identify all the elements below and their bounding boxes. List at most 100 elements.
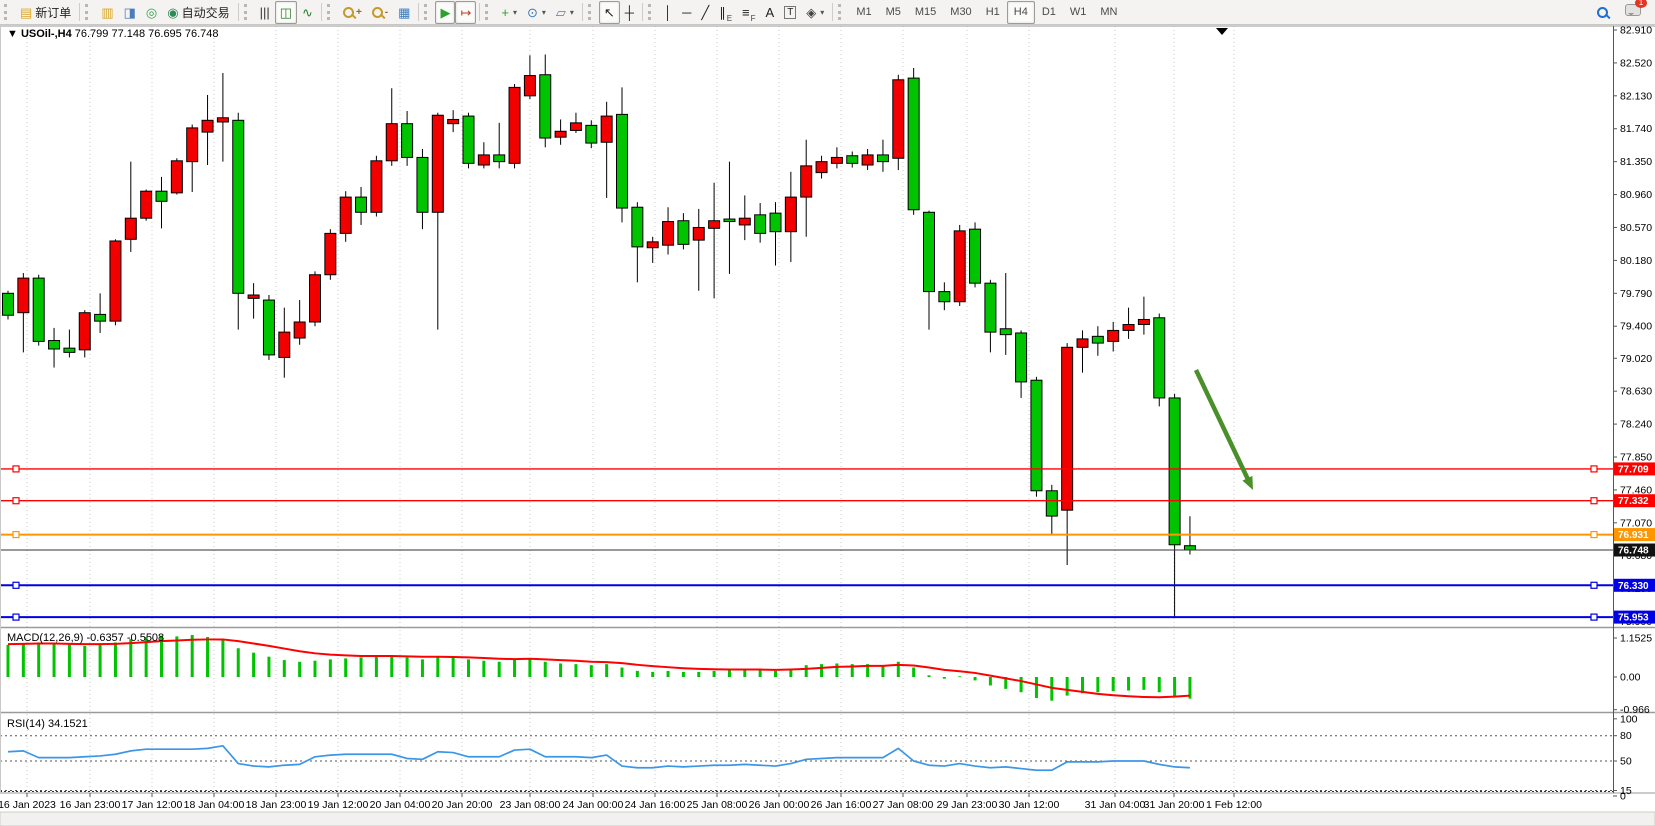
candle[interactable] [125, 218, 136, 239]
candle[interactable] [448, 119, 459, 123]
line-handle[interactable] [13, 532, 19, 538]
line-handle[interactable] [13, 498, 19, 504]
candle[interactable] [432, 115, 443, 212]
candle[interactable] [877, 155, 888, 162]
text-button[interactable]: A [761, 1, 780, 24]
candle[interactable] [632, 207, 643, 247]
candle[interactable] [33, 278, 44, 341]
line-handle[interactable] [1591, 532, 1597, 538]
candle[interactable] [601, 116, 612, 142]
search-button[interactable] [1592, 1, 1613, 24]
tf-m1-button[interactable]: M1 [849, 1, 878, 24]
candle[interactable] [110, 241, 121, 321]
horizontal-line-button[interactable]: ─ [677, 1, 696, 24]
candle[interactable] [663, 222, 674, 246]
candle[interactable] [463, 116, 474, 163]
candle[interactable] [724, 219, 735, 222]
tf-m15-button[interactable]: M15 [908, 1, 943, 24]
candle[interactable] [985, 283, 996, 332]
tf-m5-button[interactable]: M5 [879, 1, 908, 24]
candle[interactable] [187, 128, 198, 162]
candle[interactable] [478, 155, 489, 165]
candle[interactable] [954, 231, 965, 302]
candle[interactable] [709, 221, 720, 229]
candle[interactable] [371, 161, 382, 212]
candle[interactable] [233, 120, 244, 293]
candle[interactable] [356, 197, 367, 212]
candle[interactable] [617, 114, 628, 208]
new-order-button[interactable]: ▤新订单 [15, 1, 76, 24]
candle[interactable] [310, 275, 321, 322]
candlestick-chart-button[interactable]: ◫ [275, 1, 297, 24]
candle[interactable] [417, 157, 428, 212]
candle[interactable] [785, 197, 796, 232]
bar-chart-button[interactable]: ||| [255, 1, 275, 24]
vertical-line-button[interactable]: │ [659, 1, 677, 24]
candle[interactable] [570, 123, 581, 131]
market-watch-button[interactable]: ◨ [119, 1, 141, 24]
fibonacci-button[interactable]: ≡F [737, 1, 760, 24]
candle[interactable] [586, 125, 597, 143]
candle[interactable] [386, 124, 397, 161]
candle[interactable] [95, 314, 106, 321]
candle[interactable] [739, 218, 750, 225]
tf-m30-button[interactable]: M30 [943, 1, 978, 24]
candle[interactable] [924, 212, 935, 291]
candle[interactable] [202, 120, 213, 132]
candle[interactable] [1062, 347, 1073, 510]
zoom-out-button[interactable]: - [367, 1, 393, 24]
candle[interactable] [340, 197, 351, 233]
candle[interactable] [1123, 325, 1134, 331]
candle[interactable] [1031, 380, 1042, 491]
candle[interactable] [816, 162, 827, 173]
line-handle[interactable] [13, 582, 19, 588]
candle[interactable] [156, 191, 167, 201]
candle[interactable] [79, 313, 90, 350]
candle[interactable] [325, 233, 336, 274]
line-handle[interactable] [1591, 614, 1597, 620]
candle[interactable] [908, 78, 919, 210]
candle[interactable] [1138, 319, 1149, 324]
chart-shift-marker-icon[interactable] [1216, 28, 1228, 35]
auto-trading-button[interactable]: ◉自动交易 [162, 1, 234, 24]
zoom-in-button[interactable]: + [338, 1, 367, 24]
candle[interactable] [555, 131, 566, 137]
line-chart-button[interactable]: ∿ [297, 1, 318, 24]
candle[interactable] [801, 166, 812, 197]
candle[interactable] [647, 242, 658, 248]
candle[interactable] [3, 293, 14, 315]
candle[interactable] [755, 215, 766, 234]
candle[interactable] [217, 118, 228, 122]
candle[interactable] [1169, 398, 1180, 545]
candle[interactable] [939, 292, 950, 302]
tile-windows-button[interactable]: ▦ [393, 1, 415, 24]
candle[interactable] [678, 221, 689, 245]
candle[interactable] [64, 348, 75, 352]
cursor-button[interactable]: ↖ [599, 1, 620, 24]
line-handle[interactable] [1591, 466, 1597, 472]
candle[interactable] [494, 155, 505, 162]
tf-h4-button[interactable]: H4 [1007, 1, 1035, 24]
candle[interactable] [509, 87, 520, 163]
trendline-button[interactable]: ╱ [696, 1, 714, 24]
candle[interactable] [279, 332, 290, 357]
candle[interactable] [1108, 330, 1119, 341]
arrows-button[interactable]: ◈▾ [801, 1, 829, 24]
candle[interactable] [862, 155, 873, 165]
tf-w1-button[interactable]: W1 [1063, 1, 1094, 24]
candle[interactable] [248, 295, 259, 298]
candle[interactable] [1000, 329, 1011, 335]
candle[interactable] [847, 156, 858, 164]
history-center-button[interactable]: ▥ [96, 1, 118, 24]
tf-h1-button[interactable]: H1 [979, 1, 1007, 24]
candle[interactable] [49, 341, 60, 349]
tf-d1-button[interactable]: D1 [1035, 1, 1063, 24]
chart-canvas[interactable]: 82.91082.52082.13081.74081.35080.96080.5… [0, 25, 1655, 826]
candle[interactable] [1016, 333, 1027, 382]
auto-scroll-button[interactable]: ▶ [435, 1, 455, 24]
candle[interactable] [893, 80, 904, 158]
chart-shift-button[interactable]: ↦ [455, 1, 476, 24]
candle[interactable] [540, 75, 551, 138]
candle[interactable] [524, 76, 535, 96]
arrow-annotation[interactable] [1196, 370, 1250, 483]
